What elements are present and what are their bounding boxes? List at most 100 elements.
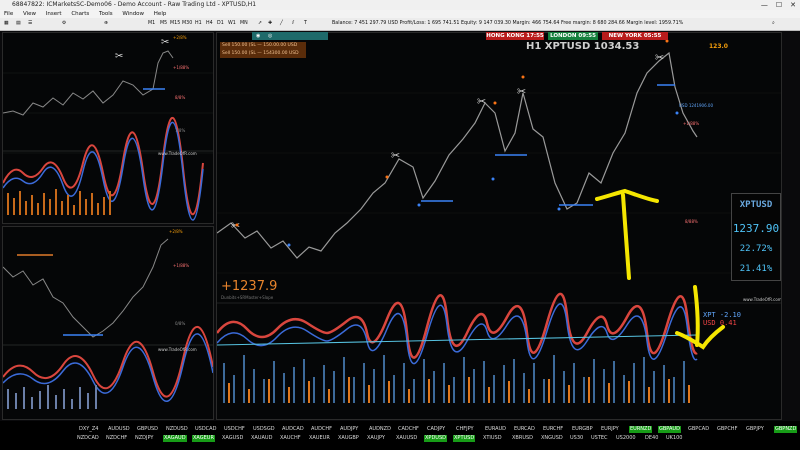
symbol-button-usdcad[interactable]: USDCAD	[194, 426, 217, 433]
symbol-button-nzdcad[interactable]: NZDCAD	[76, 435, 100, 442]
main-watermark: www.TradeOfR.com	[743, 297, 782, 302]
eye-icon[interactable]: ◎	[268, 33, 272, 39]
tf-m5[interactable]: M5	[160, 18, 167, 30]
text-tool-icon[interactable]: T	[304, 18, 307, 30]
crosshair-icon[interactable]: ✚	[268, 18, 272, 30]
symbol-button-xbrusd[interactable]: XBRUSD	[511, 435, 534, 442]
menu-view[interactable]: View	[23, 11, 36, 17]
menu-file[interactable]: File	[4, 11, 13, 17]
camera-icon[interactable]: ◉	[256, 33, 260, 39]
symbol-button-cadchf[interactable]: CADCHF	[397, 426, 420, 433]
tf-m30[interactable]: M30	[182, 18, 192, 30]
main-chart[interactable]: ✂ ✂ ✂ ✂ ✂ +1237.9 123.0 USD 1241906.00 +…	[216, 32, 782, 420]
maximize-button[interactable]: ☐	[776, 0, 782, 10]
symbol-button-xagusd[interactable]: XAGUSD	[221, 435, 244, 442]
order-panel[interactable]: Sell 150.00 (SL — 150.00.00 USD Sell 150…	[220, 42, 306, 58]
symbol-button-us2000[interactable]: US2000	[615, 435, 637, 442]
algo-trading-icon[interactable]: ⚙	[62, 18, 66, 30]
chart-mini-toolbar[interactable]: ◉ ◎	[252, 32, 328, 40]
symbol-button-usdchf[interactable]: USDCHF	[223, 426, 246, 433]
symbol-button-de40[interactable]: DE40	[644, 435, 659, 442]
tf-d1[interactable]: D1	[217, 18, 224, 30]
symbol-button-audnzd[interactable]: AUDNZD	[368, 426, 392, 433]
left-top-pct-plus: +2/8%	[173, 35, 187, 40]
profiles-icon[interactable]: ▤	[16, 18, 21, 30]
symbol-button-nzdusd[interactable]: NZDUSD	[165, 426, 189, 433]
left-top-watermark: www.TradeOfR.com	[158, 151, 197, 156]
order-line-2[interactable]: Sell 150.00 (SL — 154300.00 USD	[222, 51, 299, 56]
search-icon[interactable]: ⌕	[772, 18, 775, 30]
zoom-icon[interactable]: ⊕	[104, 18, 108, 30]
current-price-label: USD 1241906.00	[679, 103, 713, 108]
close-button[interactable]: ✕	[790, 0, 796, 10]
navigator-icon[interactable]: ☰	[28, 18, 32, 30]
symbol-button-nzdchf[interactable]: NZDCHF	[105, 435, 128, 442]
symbol-button-eurjpy[interactable]: EURJPY	[600, 426, 620, 433]
symbol-button-euraud[interactable]: EURAUD	[484, 426, 507, 433]
menu-charts[interactable]: Charts	[71, 11, 89, 17]
symbol-button-xtiusd[interactable]: XTIUSD	[482, 435, 503, 442]
symbol-button-xaugbp[interactable]: XAUGBP	[337, 435, 360, 442]
symbol-button-audjpy[interactable]: AUDJPY	[339, 426, 359, 433]
order-line-1[interactable]: Sell 150.00 (SL — 150.00.00 USD	[222, 43, 297, 48]
toolbar: ▦ ▤ ☰ ⚙ ⊕ M1 M5 M15 M30 H1 H4 D1 W1 MN ➚…	[0, 18, 800, 31]
menu-tools[interactable]: Tools	[99, 11, 113, 17]
symbol-button-usdsgd[interactable]: USDSGD	[252, 426, 276, 433]
new-chart-icon[interactable]: ▦	[4, 18, 9, 30]
symbol-button-gbpjpy[interactable]: GBPJPY	[745, 426, 765, 433]
tf-mn[interactable]: MN	[240, 18, 248, 30]
symbol-button-dxy_z4[interactable]: DXY_Z4	[78, 426, 99, 433]
symbol-button-ustec[interactable]: USTEC	[590, 435, 609, 442]
symbol-button-xpdusd[interactable]: XPDUSD	[424, 435, 447, 442]
tf-m1[interactable]: M1	[148, 18, 155, 30]
minimize-button[interactable]: —	[761, 0, 768, 10]
sidebox-pct1: 22.72%	[739, 244, 773, 254]
menu-help[interactable]: Help	[154, 11, 167, 17]
symbol-button-cadjpy[interactable]: CADJPY	[426, 426, 446, 433]
symbol-button-xageur[interactable]: XAGEUR	[192, 435, 215, 442]
symbol-button-audchf[interactable]: AUDCHF	[310, 426, 333, 433]
symbol-button-us30[interactable]: US30	[569, 435, 584, 442]
menu-bar: File View Insert Charts Tools Window Hel…	[0, 10, 800, 18]
symbol-button-xauaud[interactable]: XAUAUD	[250, 435, 273, 442]
symbol-button-gbpaud[interactable]: GBPAUD	[658, 426, 681, 433]
sidebox-price: 1237.90	[732, 222, 780, 235]
menu-insert[interactable]: Insert	[46, 11, 62, 17]
symbol-button-xngusd[interactable]: XNGUSD	[540, 435, 564, 442]
line-tool-icon[interactable]: ╱	[280, 18, 283, 30]
symbol-button-audusd[interactable]: AUDUSD	[107, 426, 131, 433]
left-top-chart[interactable]: ✂ ✂ +2/8% +1/88% 8/8% 7/8% www.TradeOfR.…	[2, 32, 214, 224]
symbol-button-xptusd[interactable]: XPTUSD	[453, 435, 476, 442]
symbol-button-uk100[interactable]: UK100	[665, 435, 683, 442]
symbol-button-eurchf[interactable]: EURCHF	[542, 426, 564, 433]
menu-window[interactable]: Window	[122, 11, 144, 17]
symbol-button-gbpcad[interactable]: GBPCAD	[687, 426, 710, 433]
symbol-button-nzdjpy[interactable]: NZDJPY	[134, 435, 154, 442]
symbol-button-xaujpy[interactable]: XAUJPY	[366, 435, 386, 442]
tf-m15[interactable]: M15	[170, 18, 180, 30]
symbol-button-eurcad[interactable]: EURCAD	[513, 426, 536, 433]
channel-tool-icon[interactable]: ⫽	[292, 18, 294, 30]
main-orange-label: 123.0	[709, 43, 728, 50]
left-bottom-chart[interactable]: +2/8% +1/88% 0/8% www.TradeOfR.com	[2, 226, 214, 420]
symbol-button-audcad[interactable]: AUDCAD	[281, 426, 305, 433]
symbol-button-eurgbp[interactable]: EURGBP	[571, 426, 594, 433]
symbol-button-xauusd[interactable]: XAUUSD	[395, 435, 418, 442]
symbol-button-xaueur[interactable]: XAUEUR	[308, 435, 331, 442]
tf-h1[interactable]: H1	[195, 18, 202, 30]
symbol-info-box: XPTUSD 1237.90 22.72% 21.41%	[731, 193, 781, 281]
symbol-button-eurnzd[interactable]: EURNZD	[629, 426, 653, 433]
tf-h4[interactable]: H4	[206, 18, 213, 30]
tf-w1[interactable]: W1	[228, 18, 236, 30]
main-price-display: +1237.9	[221, 279, 278, 294]
symbol-button-gbpnzd[interactable]: GBPNZD	[774, 426, 798, 433]
symbol-button-chfjpy[interactable]: CHFJPY	[455, 426, 475, 433]
symbol-button-xagaud[interactable]: XAGAUD	[163, 435, 187, 442]
cursor-icon[interactable]: ➚	[258, 18, 262, 30]
osc-usd: USD 0.41	[703, 319, 737, 327]
clock-hong-kong: HONG KONG 17:55	[486, 32, 544, 40]
symbol-button-gbpchf[interactable]: GBPCHF	[716, 426, 738, 433]
symbol-button-xauchf[interactable]: XAUCHF	[279, 435, 302, 442]
main-chart-title: H1 XPTUSD 1034.53	[526, 41, 640, 52]
symbol-button-gbpusd[interactable]: GBPUSD	[136, 426, 159, 433]
